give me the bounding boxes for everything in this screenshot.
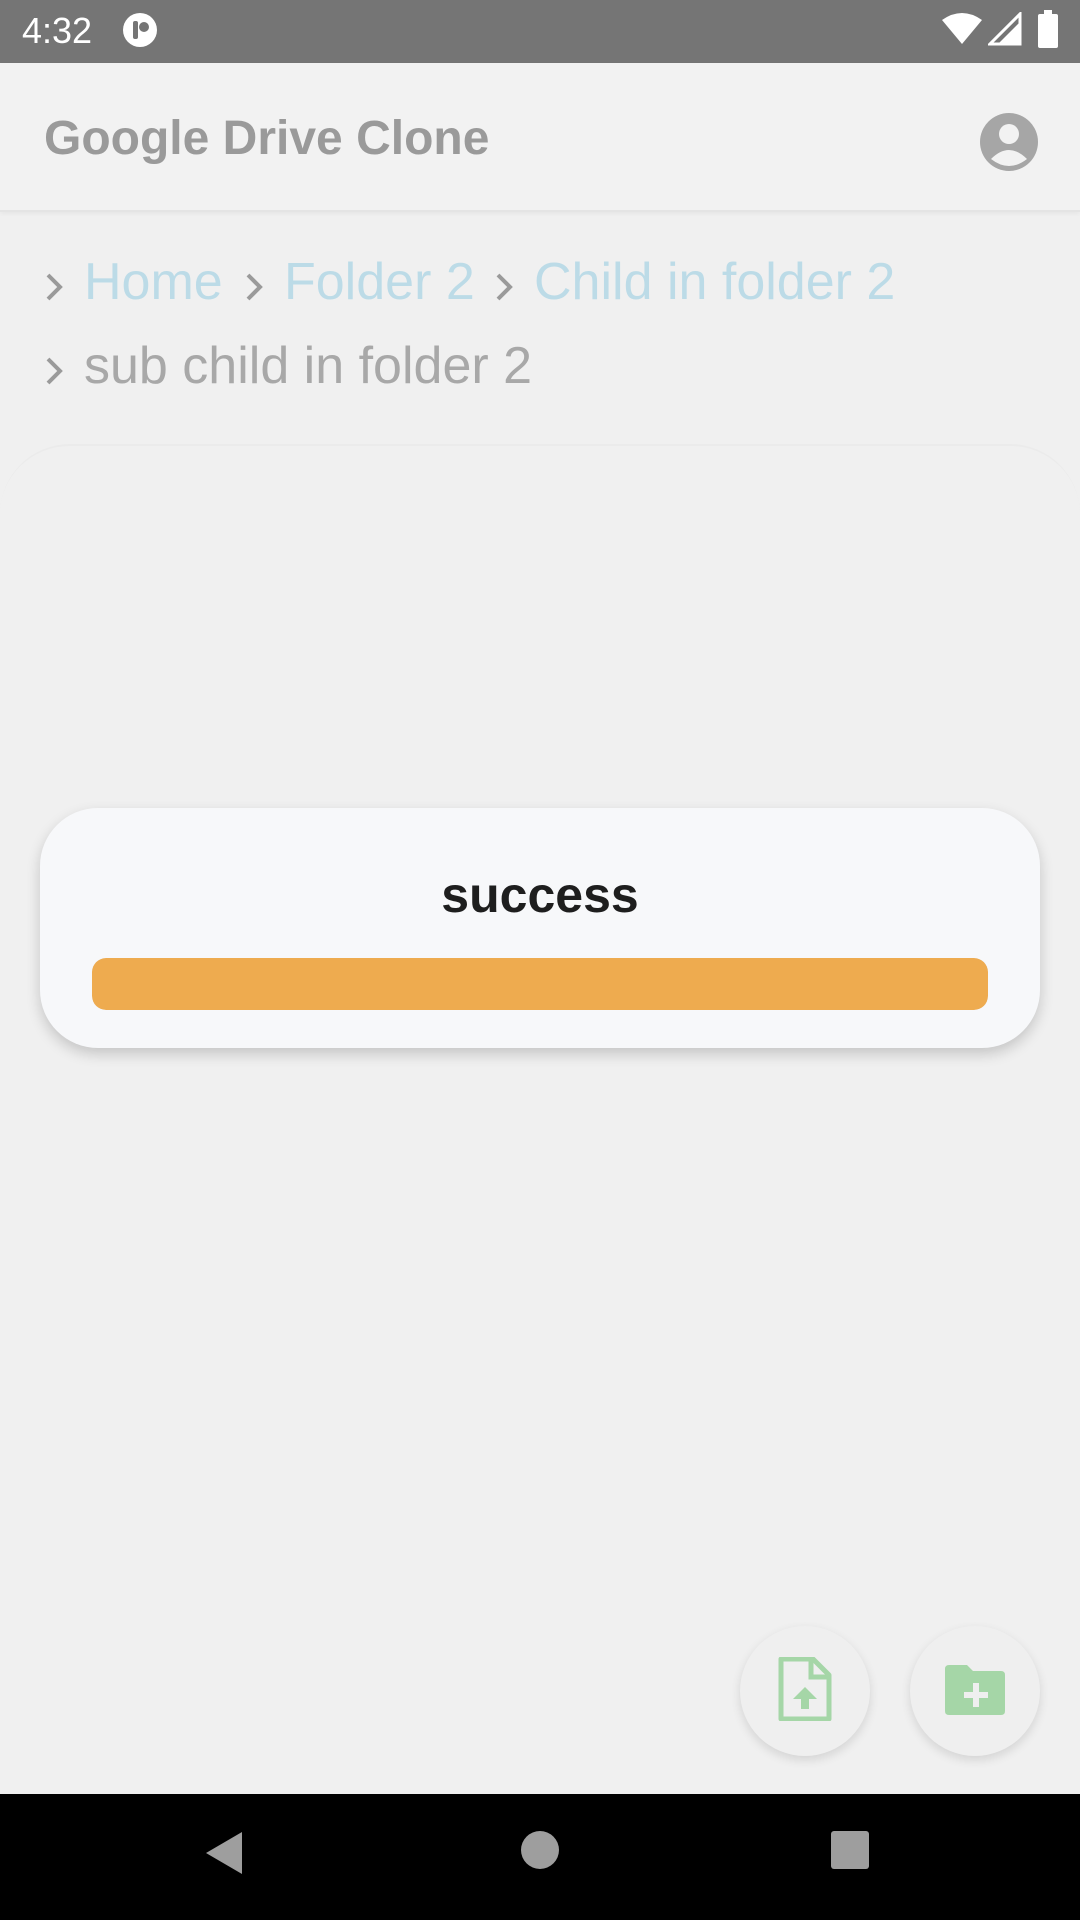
wifi-icon — [942, 12, 982, 51]
upload-file-button[interactable] — [740, 1626, 870, 1756]
create-new-folder-icon — [943, 1663, 1007, 1720]
create-folder-button[interactable] — [910, 1626, 1040, 1756]
back-icon[interactable] — [204, 1830, 244, 1881]
breadcrumb-label: Child in folder 2 — [534, 253, 896, 311]
breadcrumb-item-current: sub child in folder 2 — [44, 340, 532, 395]
cell-signal-icon — [986, 10, 1022, 51]
status-time: 4:32 — [22, 10, 93, 51]
breadcrumb-item-child-in-folder-2[interactable]: Child in folder 2 — [494, 256, 895, 311]
app-title: Google Drive Clone — [44, 112, 490, 165]
progress-bar — [92, 958, 988, 1010]
upload-file-icon — [777, 1656, 833, 1726]
breadcrumb-label: Folder 2 — [284, 253, 475, 311]
dialog-message: success — [441, 867, 639, 923]
chevron-right-icon — [44, 259, 66, 311]
progress-dialog: success — [40, 808, 1040, 1048]
recents-icon[interactable] — [830, 1830, 870, 1875]
chevron-right-icon — [44, 343, 66, 395]
breadcrumb-item-home[interactable]: Home — [44, 256, 223, 311]
breadcrumb-item-folder-2[interactable]: Folder 2 — [244, 256, 475, 311]
breadcrumb-label: sub child in folder 2 — [84, 337, 533, 395]
status-bar: 4:32 — [0, 0, 1080, 63]
app-bar: Google Drive Clone — [0, 63, 1080, 212]
system-nav-bar — [0, 1794, 1080, 1920]
home-icon[interactable] — [520, 1830, 560, 1875]
account-circle-icon[interactable] — [978, 111, 1040, 178]
content-sheet — [0, 444, 1080, 1796]
progress-bar-fill — [92, 958, 988, 1010]
breadcrumb-label: Home — [84, 253, 223, 311]
app-notification-icon — [122, 12, 158, 53]
chevron-right-icon — [244, 259, 266, 311]
chevron-right-icon — [494, 259, 516, 311]
battery-icon — [1038, 10, 1058, 53]
